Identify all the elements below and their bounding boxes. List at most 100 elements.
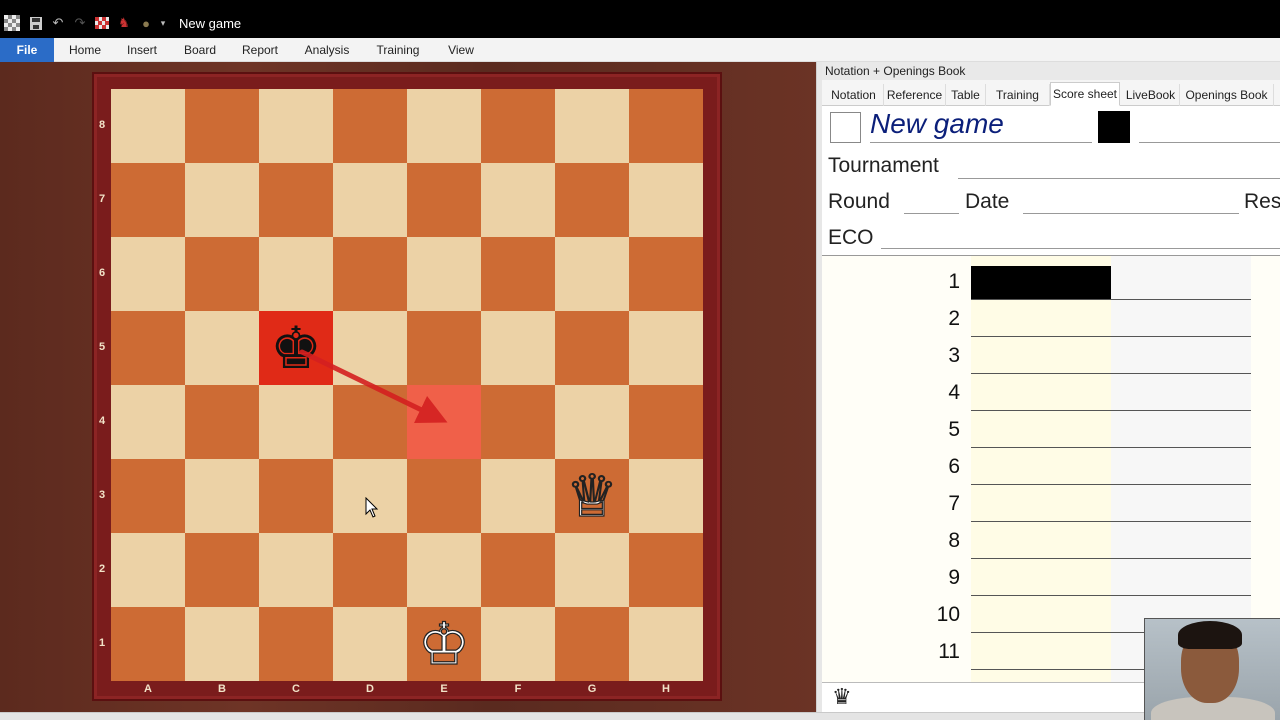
square-d1[interactable] <box>333 607 407 681</box>
square-a2[interactable] <box>111 533 185 607</box>
square-g5[interactable] <box>555 311 629 385</box>
square-h3[interactable] <box>629 459 703 533</box>
chess-board[interactable]: ♚ ♕ ♔ <box>111 89 703 681</box>
tab-score-sheet[interactable]: Score sheet <box>1050 82 1120 106</box>
tab-file[interactable]: File <box>0 38 54 62</box>
square-d3[interactable] <box>333 459 407 533</box>
round-field[interactable] <box>904 213 959 214</box>
undo-icon[interactable]: ↶ <box>50 14 66 32</box>
square-b7[interactable] <box>185 163 259 237</box>
queen-icon[interactable]: ♛ <box>832 685 852 710</box>
white-queen-icon[interactable]: ♕ <box>555 459 629 533</box>
square-a5[interactable] <box>111 311 185 385</box>
square-f6[interactable] <box>481 237 555 311</box>
square-c4[interactable] <box>259 385 333 459</box>
date-field[interactable] <box>1023 213 1239 214</box>
square-b2[interactable] <box>185 533 259 607</box>
square-a3[interactable] <box>111 459 185 533</box>
square-f8[interactable] <box>481 89 555 163</box>
square-e4[interactable] <box>407 385 481 459</box>
square-g6[interactable] <box>555 237 629 311</box>
figure-icon[interactable]: ♞ <box>116 14 132 32</box>
square-f1[interactable] <box>481 607 555 681</box>
square-g2[interactable] <box>555 533 629 607</box>
tab-reference[interactable]: Reference <box>884 84 946 106</box>
square-a1[interactable] <box>111 607 185 681</box>
white-player-box[interactable] <box>830 112 861 143</box>
redo-icon[interactable]: ↷ <box>72 14 88 32</box>
square-f3[interactable] <box>481 459 555 533</box>
square-b6[interactable] <box>185 237 259 311</box>
move-number: 3 <box>948 344 960 367</box>
tab-openings-book[interactable]: Openings Book <box>1180 84 1274 106</box>
square-e3[interactable] <box>407 459 481 533</box>
square-g4[interactable] <box>555 385 629 459</box>
selected-move-cell[interactable] <box>971 266 1111 300</box>
tab-insert[interactable]: Insert <box>120 38 164 62</box>
square-b1[interactable] <box>185 607 259 681</box>
tab-training-pane[interactable]: Training <box>986 84 1050 106</box>
square-c8[interactable] <box>259 89 333 163</box>
square-b3[interactable] <box>185 459 259 533</box>
square-f4[interactable] <box>481 385 555 459</box>
square-h6[interactable] <box>629 237 703 311</box>
square-h5[interactable] <box>629 311 703 385</box>
square-f2[interactable] <box>481 533 555 607</box>
square-a7[interactable] <box>111 163 185 237</box>
tab-livebook[interactable]: LiveBook <box>1122 84 1180 106</box>
square-d6[interactable] <box>333 237 407 311</box>
black-king-icon[interactable]: ♚ <box>259 311 333 385</box>
tab-board[interactable]: Board <box>178 38 222 62</box>
square-h1[interactable] <box>629 607 703 681</box>
square-d2[interactable] <box>333 533 407 607</box>
square-b8[interactable] <box>185 89 259 163</box>
square-e5[interactable] <box>407 311 481 385</box>
square-b4[interactable] <box>185 385 259 459</box>
square-g8[interactable] <box>555 89 629 163</box>
square-e7[interactable] <box>407 163 481 237</box>
square-e6[interactable] <box>407 237 481 311</box>
flag-icon[interactable] <box>94 14 110 32</box>
eco-field[interactable] <box>881 248 1280 249</box>
square-d8[interactable] <box>333 89 407 163</box>
square-a8[interactable] <box>111 89 185 163</box>
square-h4[interactable] <box>629 385 703 459</box>
square-e2[interactable] <box>407 533 481 607</box>
result-label: Resu <box>1244 190 1280 213</box>
square-c2[interactable] <box>259 533 333 607</box>
square-f5[interactable] <box>481 311 555 385</box>
square-c1[interactable] <box>259 607 333 681</box>
square-f7[interactable] <box>481 163 555 237</box>
tournament-field[interactable] <box>958 178 1280 179</box>
square-c3[interactable] <box>259 459 333 533</box>
app-logo-icon[interactable] <box>3 14 21 32</box>
bulb-icon[interactable]: ● <box>138 14 154 32</box>
tab-view[interactable]: View <box>440 38 482 62</box>
square-h7[interactable] <box>629 163 703 237</box>
square-h2[interactable] <box>629 533 703 607</box>
square-g1[interactable] <box>555 607 629 681</box>
square-c7[interactable] <box>259 163 333 237</box>
square-a4[interactable] <box>111 385 185 459</box>
square-g7[interactable] <box>555 163 629 237</box>
square-b5[interactable] <box>185 311 259 385</box>
square-c6[interactable] <box>259 237 333 311</box>
tab-home[interactable]: Home <box>62 38 108 62</box>
save-icon[interactable] <box>28 14 44 32</box>
tab-table[interactable]: Table <box>946 84 986 106</box>
tab-notation[interactable]: Notation <box>824 84 884 106</box>
square-a6[interactable] <box>111 237 185 311</box>
square-e8[interactable] <box>407 89 481 163</box>
square-d5[interactable] <box>333 311 407 385</box>
square-d4[interactable] <box>333 385 407 459</box>
dropdown-icon[interactable]: ▾ <box>158 14 168 32</box>
game-name[interactable]: New game <box>870 108 1004 140</box>
notation-pane: Notation + Openings Book Notation Refere… <box>822 62 1280 712</box>
square-h8[interactable] <box>629 89 703 163</box>
black-player-box[interactable] <box>1098 111 1130 143</box>
tab-training[interactable]: Training <box>370 38 426 62</box>
tab-report[interactable]: Report <box>236 38 284 62</box>
white-king-icon[interactable]: ♔ <box>407 607 481 681</box>
tab-analysis[interactable]: Analysis <box>298 38 356 62</box>
square-d7[interactable] <box>333 163 407 237</box>
